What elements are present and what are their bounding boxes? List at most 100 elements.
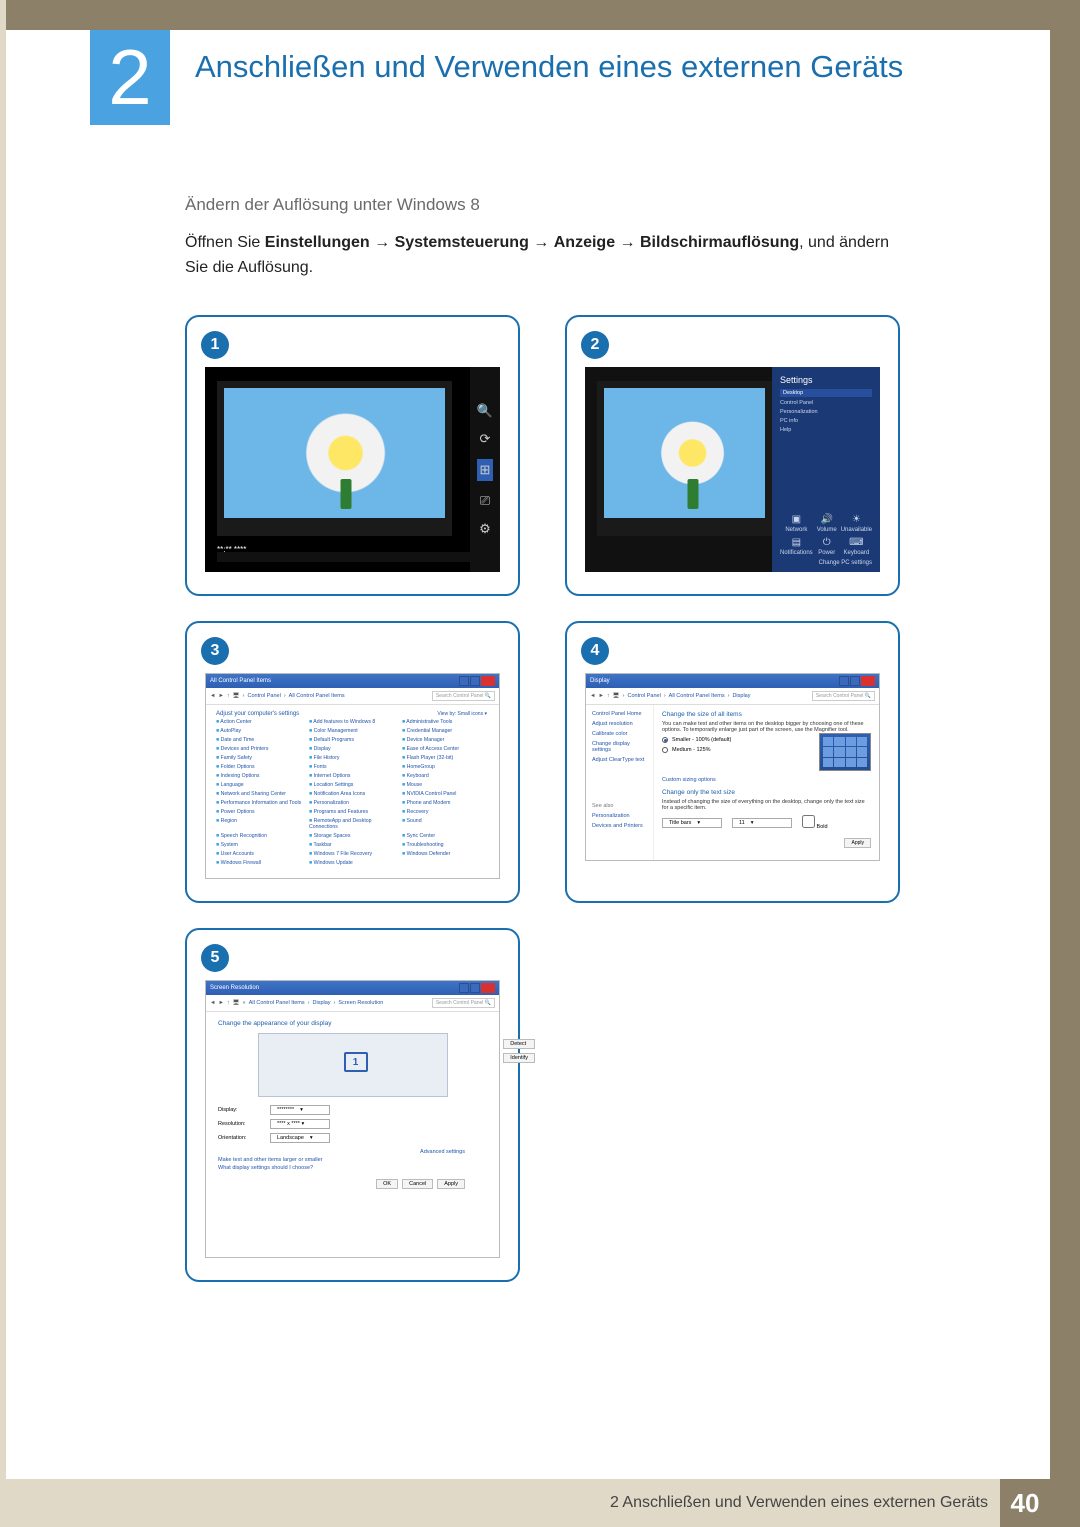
- side-link-adjust-resolution[interactable]: Adjust resolution: [592, 721, 647, 727]
- cp-item[interactable]: Mouse: [402, 782, 489, 788]
- search-icon[interactable]: 🔍: [477, 403, 493, 419]
- link-make-larger[interactable]: Make text and other items larger or smal…: [218, 1157, 487, 1163]
- search-box[interactable]: Search Control Panel 🔍: [432, 998, 495, 1008]
- cp-item[interactable]: Recovery: [402, 809, 489, 815]
- cp-item[interactable]: Add features to Windows 8: [309, 719, 396, 725]
- radio-smaller[interactable]: Smaller - 100% (default): [662, 737, 813, 743]
- cp-item[interactable]: Troubleshooting: [402, 842, 489, 848]
- cp-item[interactable]: Fonts: [309, 764, 396, 770]
- cp-item[interactable]: Color Management: [309, 728, 396, 734]
- cp-item[interactable]: NVIDIA Control Panel: [402, 791, 489, 797]
- item-dropdown[interactable]: Title bars ▾: [662, 818, 722, 828]
- display-dropdown[interactable]: ******** ▾: [270, 1105, 330, 1115]
- cp-item[interactable]: Power Options: [216, 809, 303, 815]
- custom-sizing-link[interactable]: Custom sizing options: [662, 777, 871, 783]
- close-button[interactable]: [481, 676, 495, 686]
- settings-item-help[interactable]: Help: [780, 427, 872, 433]
- tile-power[interactable]: ⏻Power: [817, 537, 837, 556]
- cp-item[interactable]: System: [216, 842, 303, 848]
- cp-item[interactable]: Ease of Access Center: [402, 746, 489, 752]
- see-also-personalization[interactable]: Personalization: [592, 813, 647, 819]
- cp-item[interactable]: Windows Firewall: [216, 860, 303, 866]
- start-icon[interactable]: ⊞: [477, 459, 494, 481]
- up-icon[interactable]: ↑: [227, 693, 230, 699]
- cp-item[interactable]: Personalization: [309, 800, 396, 806]
- settings-item-personalization[interactable]: Personalization: [780, 409, 872, 415]
- minimize-button[interactable]: [459, 676, 469, 686]
- ok-button[interactable]: OK: [376, 1179, 398, 1189]
- cp-item[interactable]: Administrative Tools: [402, 719, 489, 725]
- minimize-button[interactable]: [839, 676, 849, 686]
- bold-checkbox[interactable]: Bold: [802, 815, 844, 830]
- settings-item-control-panel[interactable]: Control Panel: [780, 400, 872, 406]
- apply-button[interactable]: Apply: [844, 838, 871, 848]
- close-button[interactable]: [861, 676, 875, 686]
- cp-item[interactable]: Phone and Modem: [402, 800, 489, 806]
- change-pc-settings-link[interactable]: Change PC settings: [780, 556, 872, 566]
- side-link-home[interactable]: Control Panel Home: [592, 711, 647, 717]
- forward-icon[interactable]: ►: [218, 693, 223, 699]
- maximize-button[interactable]: [470, 983, 480, 993]
- cp-item[interactable]: Folder Options: [216, 764, 303, 770]
- cp-item[interactable]: RemoteApp and Desktop Connections: [309, 818, 396, 830]
- share-icon[interactable]: ⟳: [480, 431, 491, 447]
- cp-item[interactable]: Taskbar: [309, 842, 396, 848]
- cp-item[interactable]: Indexing Options: [216, 773, 303, 779]
- maximize-button[interactable]: [850, 676, 860, 686]
- cp-item[interactable]: Performance Information and Tools: [216, 800, 303, 806]
- search-box[interactable]: Search Control Panel 🔍: [812, 691, 875, 701]
- minimize-button[interactable]: [459, 983, 469, 993]
- orientation-dropdown[interactable]: Landscape ▾: [270, 1133, 330, 1143]
- cp-item[interactable]: Windows Update: [309, 860, 396, 866]
- identify-button[interactable]: Identify: [503, 1053, 535, 1063]
- cp-item[interactable]: Speech Recognition: [216, 833, 303, 839]
- settings-item-desktop[interactable]: Desktop: [780, 389, 872, 397]
- back-icon[interactable]: ◄: [590, 693, 595, 699]
- tile-notifications[interactable]: ▤Notifications: [780, 537, 813, 556]
- radio-medium[interactable]: Medium - 125%: [662, 747, 813, 753]
- cp-item[interactable]: HomeGroup: [402, 764, 489, 770]
- side-link-change-display[interactable]: Change display settings: [592, 741, 647, 753]
- settings-icon[interactable]: ⚙: [479, 521, 491, 537]
- devices-icon[interactable]: ⎚: [480, 493, 490, 509]
- size-dropdown[interactable]: 11 ▾: [732, 818, 792, 828]
- cp-item[interactable]: AutoPlay: [216, 728, 303, 734]
- cp-item[interactable]: Date and Time: [216, 737, 303, 743]
- close-button[interactable]: [481, 983, 495, 993]
- tile-brightness[interactable]: ☀Unavailable: [841, 514, 872, 533]
- side-link-cleartype[interactable]: Adjust ClearType text: [592, 757, 647, 763]
- back-icon[interactable]: ◄: [210, 693, 215, 699]
- maximize-button[interactable]: [470, 676, 480, 686]
- link-which-settings[interactable]: What display settings should I choose?: [218, 1165, 487, 1171]
- advanced-settings-link[interactable]: Advanced settings: [218, 1149, 465, 1155]
- settings-item-pc-info[interactable]: PC info: [780, 418, 872, 424]
- tile-volume[interactable]: 🔊Volume: [817, 514, 837, 533]
- forward-icon[interactable]: ►: [598, 693, 603, 699]
- cp-item[interactable]: Internet Options: [309, 773, 396, 779]
- cp-item[interactable]: Keyboard: [402, 773, 489, 779]
- cp-item[interactable]: Family Safety: [216, 755, 303, 761]
- cp-item[interactable]: Notification Area Icons: [309, 791, 396, 797]
- up-icon[interactable]: ↑: [227, 1000, 230, 1006]
- cp-item[interactable]: Action Center: [216, 719, 303, 725]
- cp-item[interactable]: Windows 7 File Recovery: [309, 851, 396, 857]
- cp-item[interactable]: Devices and Printers: [216, 746, 303, 752]
- search-box[interactable]: Search Control Panel 🔍: [432, 691, 495, 701]
- cp-item[interactable]: Sound: [402, 818, 489, 830]
- cp-item[interactable]: Network and Sharing Center: [216, 791, 303, 797]
- up-icon[interactable]: ↑: [607, 693, 610, 699]
- detect-button[interactable]: Detect: [503, 1039, 535, 1049]
- back-icon[interactable]: ◄: [210, 1000, 215, 1006]
- cp-item[interactable]: Location Settings: [309, 782, 396, 788]
- cp-item[interactable]: Programs and Features: [309, 809, 396, 815]
- cp-item[interactable]: Flash Player (32-bit): [402, 755, 489, 761]
- cancel-button[interactable]: Cancel: [402, 1179, 433, 1189]
- monitor-1[interactable]: 1: [344, 1052, 368, 1072]
- forward-icon[interactable]: ►: [218, 1000, 223, 1006]
- apply-button[interactable]: Apply: [437, 1179, 465, 1189]
- side-link-calibrate[interactable]: Calibrate color: [592, 731, 647, 737]
- cp-item[interactable]: User Accounts: [216, 851, 303, 857]
- cp-item[interactable]: Sync Center: [402, 833, 489, 839]
- cp-item[interactable]: Credential Manager: [402, 728, 489, 734]
- tile-network[interactable]: ▣Network: [780, 514, 813, 533]
